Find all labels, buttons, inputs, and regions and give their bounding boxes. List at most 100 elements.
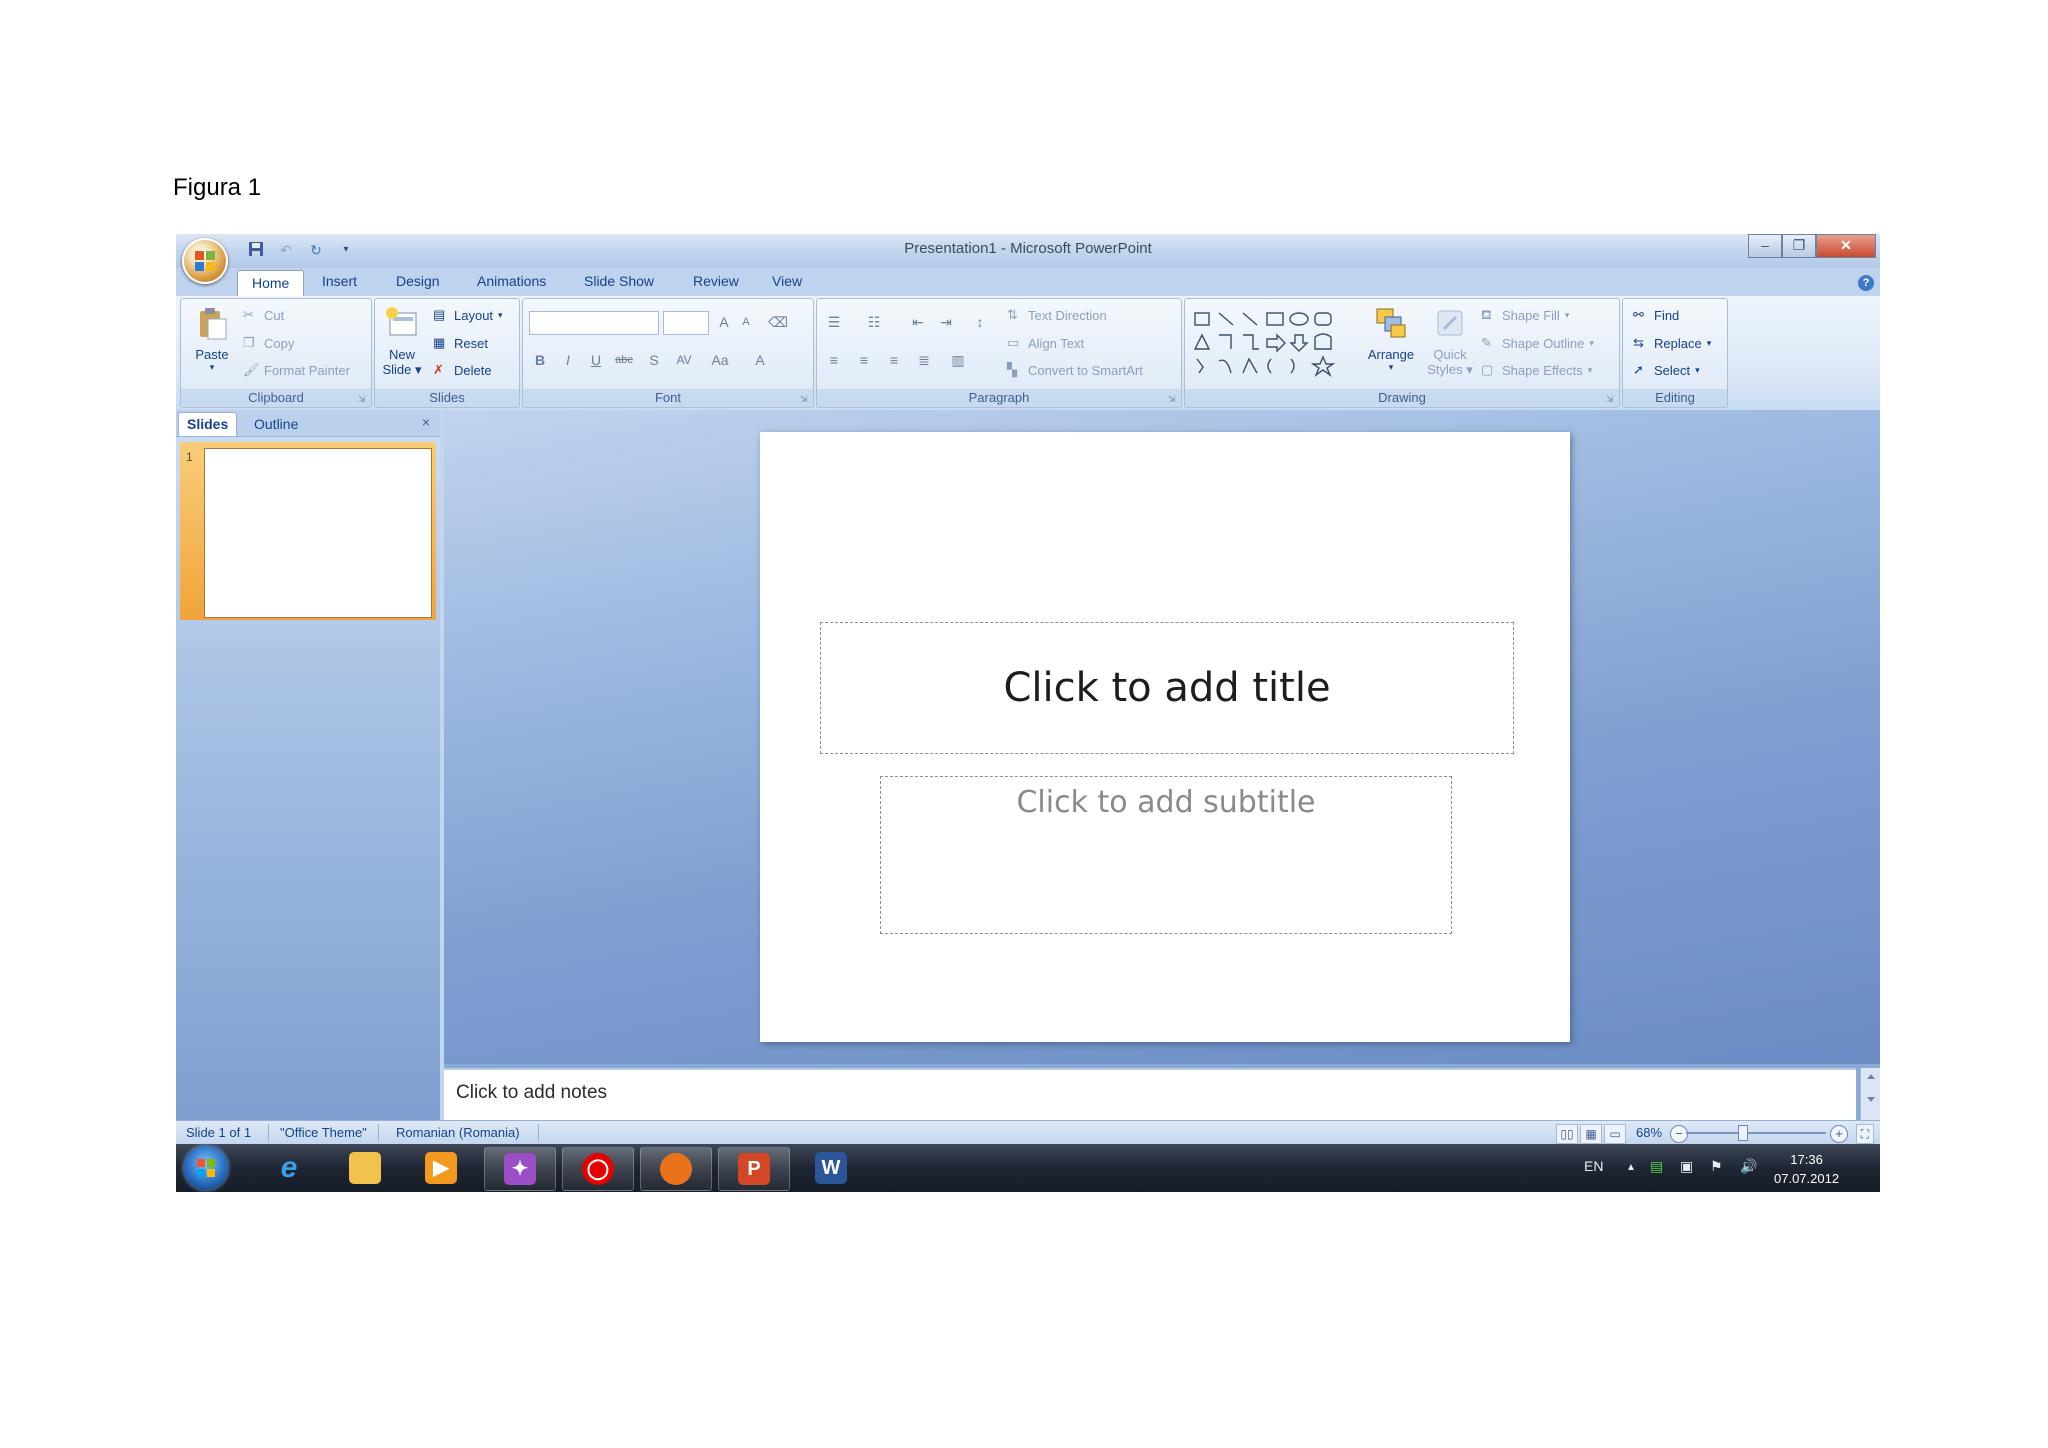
- help-icon[interactable]: ?: [1858, 275, 1874, 291]
- zoom-out-icon[interactable]: −: [1670, 1125, 1688, 1143]
- undo-icon[interactable]: ↶: [276, 240, 296, 260]
- network-icon[interactable]: ▤: [1650, 1158, 1663, 1175]
- underline-button[interactable]: U: [585, 349, 607, 371]
- notes-pane[interactable]: Click to add notes: [444, 1068, 1856, 1120]
- shape-fill-button[interactable]: ⛾ Shape Fill ▾: [1481, 307, 1569, 323]
- increase-indent-icon[interactable]: ⇥: [935, 311, 957, 333]
- select-button[interactable]: ➚ Select ▾: [1633, 362, 1700, 378]
- minimize-icon[interactable]: –: [1748, 234, 1782, 258]
- vodafone-icon[interactable]: ◯: [562, 1147, 634, 1191]
- strikethrough-button[interactable]: abc: [613, 349, 635, 371]
- copy-button[interactable]: ❐ Copy: [243, 335, 294, 351]
- cut-button[interactable]: ✂ Cut: [243, 307, 284, 323]
- shape-effects-button[interactable]: ▢ Shape Effects ▾: [1481, 362, 1592, 378]
- normal-view-icon[interactable]: ▯▯: [1556, 1124, 1578, 1144]
- zoom-in-icon[interactable]: +: [1830, 1125, 1848, 1143]
- clear-formatting-icon[interactable]: ⌫: [767, 311, 789, 333]
- font-size-combo[interactable]: [663, 311, 709, 335]
- bullets-icon[interactable]: ☰: [823, 311, 845, 333]
- tab-animations[interactable]: Animations: [477, 273, 546, 289]
- text-direction-button[interactable]: ⇅ Text Direction: [1007, 307, 1107, 323]
- columns-icon[interactable]: ▥: [947, 349, 969, 371]
- justify-icon[interactable]: ≣: [913, 349, 935, 371]
- layout-button[interactable]: ▤ Layout ▾: [433, 307, 503, 323]
- subtitle-placeholder[interactable]: Click to add subtitle: [880, 776, 1452, 934]
- media-player-icon[interactable]: ▶: [406, 1147, 476, 1189]
- convert-smartart-button[interactable]: ▚ Convert to SmartArt: [1007, 362, 1143, 378]
- title-placeholder[interactable]: Click to add title: [820, 622, 1514, 754]
- delete-button[interactable]: ✗ Delete: [433, 362, 492, 378]
- align-text-button[interactable]: ▭ Align Text: [1007, 335, 1084, 351]
- line-spacing-icon[interactable]: ↕: [969, 311, 991, 333]
- shadow-button[interactable]: S: [643, 349, 665, 371]
- dialog-launcher-icon[interactable]: ⇲: [800, 394, 810, 404]
- system-clock[interactable]: 17:36 07.07.2012: [1774, 1150, 1839, 1188]
- save-icon[interactable]: [246, 240, 266, 260]
- powerpoint-taskbar-icon[interactable]: P: [718, 1147, 790, 1191]
- tab-slides[interactable]: Slides: [178, 412, 238, 436]
- font-color-button[interactable]: A: [749, 349, 771, 371]
- show-hidden-icons-icon[interactable]: ▲: [1626, 1162, 1636, 1173]
- replace-button[interactable]: ⇆ Replace ▾: [1633, 335, 1711, 351]
- dialog-launcher-icon[interactable]: ⇲: [1606, 394, 1616, 404]
- align-left-icon[interactable]: ≡: [823, 349, 845, 371]
- maximize-icon[interactable]: ❐: [1782, 234, 1816, 258]
- office-button[interactable]: [182, 238, 228, 284]
- paint-app-icon[interactable]: ✦: [484, 1147, 556, 1191]
- grow-font-button[interactable]: A: [713, 311, 735, 333]
- find-button[interactable]: ⚯ Find: [1633, 307, 1679, 323]
- pane-close-icon[interactable]: ×: [422, 414, 430, 430]
- power-icon[interactable]: ▣: [1680, 1158, 1693, 1175]
- start-button[interactable]: [184, 1146, 228, 1190]
- volume-icon[interactable]: 🔊: [1740, 1158, 1757, 1175]
- align-center-icon[interactable]: ≡: [853, 349, 875, 371]
- theme-name[interactable]: "Office Theme": [280, 1125, 367, 1140]
- tab-slide-show[interactable]: Slide Show: [584, 273, 654, 289]
- shrink-font-button[interactable]: A: [735, 311, 757, 333]
- internet-explorer-icon[interactable]: e: [254, 1147, 324, 1189]
- font-name-combo[interactable]: [529, 311, 659, 335]
- slideshow-view-icon[interactable]: ▭: [1604, 1124, 1626, 1144]
- file-explorer-icon[interactable]: [330, 1147, 400, 1189]
- slide-thumbnail[interactable]: [204, 448, 432, 618]
- format-painter-button[interactable]: 🖌 Format Painter: [243, 362, 350, 378]
- slide-canvas[interactable]: Click to add title Click to add subtitle: [760, 432, 1570, 1042]
- italic-button[interactable]: I: [557, 349, 579, 371]
- paste-button[interactable]: Paste ▾: [189, 305, 235, 373]
- action-center-icon[interactable]: ⚑: [1710, 1158, 1723, 1175]
- zoom-level[interactable]: 68%: [1636, 1125, 1662, 1140]
- slide-sorter-icon[interactable]: ▦: [1580, 1124, 1602, 1144]
- zoom-slider-thumb[interactable]: [1738, 1125, 1748, 1141]
- redo-icon[interactable]: ↻: [306, 240, 326, 260]
- new-slide-button[interactable]: New Slide ▾: [379, 305, 425, 378]
- dialog-launcher-icon[interactable]: ⇲: [1168, 394, 1178, 404]
- decrease-indent-icon[interactable]: ⇤: [907, 311, 929, 333]
- zoom-slider[interactable]: [1686, 1132, 1826, 1134]
- tab-review[interactable]: Review: [693, 273, 739, 289]
- arrange-button[interactable]: Arrange ▾: [1361, 305, 1421, 373]
- tab-view[interactable]: View: [772, 273, 802, 289]
- word-taskbar-icon[interactable]: W: [796, 1147, 866, 1189]
- dialog-launcher-icon[interactable]: ⇲: [358, 394, 368, 404]
- notes-scrollbar[interactable]: [1860, 1068, 1880, 1120]
- tab-design[interactable]: Design: [396, 273, 440, 289]
- slide-thumbnail-selected[interactable]: 1: [180, 442, 436, 620]
- quick-styles-button[interactable]: Quick Styles ▾: [1425, 305, 1475, 378]
- shapes-gallery[interactable]: [1191, 307, 1351, 377]
- tab-outline[interactable]: Outline: [246, 414, 306, 434]
- change-case-button[interactable]: Aa: [709, 349, 731, 371]
- fit-to-window-icon[interactable]: ⛶: [1856, 1124, 1874, 1144]
- bold-button[interactable]: B: [529, 349, 551, 371]
- firefox-icon[interactable]: [640, 1147, 712, 1191]
- numbering-icon[interactable]: ☷: [863, 311, 885, 333]
- align-right-icon[interactable]: ≡: [883, 349, 905, 371]
- character-spacing-button[interactable]: AV: [673, 349, 695, 371]
- shape-outline-button[interactable]: ✎ Shape Outline ▾: [1481, 335, 1594, 351]
- language-indicator[interactable]: Romanian (Romania): [396, 1125, 520, 1140]
- reset-button[interactable]: ▦ Reset: [433, 335, 488, 351]
- tab-home[interactable]: Home: [237, 270, 305, 297]
- customize-toolbar-icon[interactable]: ▾: [336, 240, 356, 260]
- input-language[interactable]: EN: [1584, 1158, 1603, 1174]
- close-icon[interactable]: ✕: [1816, 234, 1876, 258]
- tab-insert[interactable]: Insert: [322, 273, 357, 289]
